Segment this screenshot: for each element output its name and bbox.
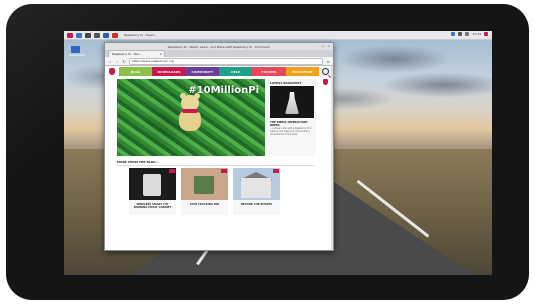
card-badge — [273, 169, 279, 173]
more-from-blog-heading: MORE FROM THE BLOG... — [117, 160, 160, 164]
window-controls: – □ × — [315, 44, 331, 48]
address-bar: ‹ › ↻ https://www.raspberrypi.org ≡ — [105, 57, 333, 66]
window-title: Raspberry Pi - Teach, Learn, and Make wi… — [167, 44, 271, 49]
clock[interactable]: 13:44 — [472, 32, 481, 36]
card-caption: BEYOND THE ECHOES — [240, 203, 273, 206]
nav-blog[interactable]: BLOG — [119, 67, 153, 76]
side-tools — [319, 66, 331, 98]
nav-downloads[interactable]: DOWNLOADS — [152, 67, 186, 76]
close-button[interactable]: × — [327, 44, 331, 48]
card-image — [181, 168, 228, 200]
nav-community[interactable]: COMMUNITY — [185, 67, 219, 76]
search-icon[interactable] — [321, 68, 329, 75]
card-badge — [169, 169, 175, 173]
browser-icon[interactable] — [76, 32, 82, 38]
card-caption: WIRELESS SMART CAT BURNING MUSIC CABINET — [133, 203, 172, 210]
blog-card[interactable]: BEYOND THE ECHOES — [233, 168, 280, 215]
blog-card[interactable]: FACE TRACKING BIN — [181, 168, 228, 215]
card-device — [143, 174, 161, 196]
file-manager-icon[interactable] — [85, 32, 91, 38]
maximize-button[interactable]: □ — [321, 44, 325, 48]
raspberry-menu-icon[interactable] — [67, 32, 73, 38]
desktop-icon-label: Wastebasket — [69, 54, 85, 57]
forward-button[interactable]: › — [115, 59, 119, 64]
blog-card[interactable]: WIRELESS SMART CAT BURNING MUSIC CABINET — [129, 168, 176, 215]
back-button[interactable]: ‹ — [108, 59, 112, 64]
wolfram-icon[interactable] — [112, 32, 118, 38]
raspberry-pi-logo[interactable] — [107, 67, 117, 77]
card-image — [233, 168, 280, 200]
mathematica-icon[interactable] — [103, 32, 109, 38]
browser-window: Raspberry Pi - Teach, Learn, and Make wi… — [104, 42, 334, 251]
nav-education[interactable]: EDUCATION — [285, 67, 319, 76]
web-page: BLOG DOWNLOADS COMMUNITY HELP FORUMS EDU… — [105, 66, 333, 250]
taskbar: Raspberry Pi - Teach... 13:44 — [64, 31, 492, 40]
nav-forums[interactable]: FORUMS — [252, 67, 286, 76]
wastebasket-icon — [70, 46, 80, 53]
system-tray: 13:44 — [451, 32, 488, 36]
minimize-button[interactable]: – — [315, 44, 319, 48]
nav-help[interactable]: HELP — [218, 67, 253, 76]
blogpost-excerpt: ...a dress made with a Raspberry Pi to l… — [270, 127, 312, 136]
card-image — [129, 168, 176, 200]
house — [241, 178, 271, 198]
tab-title: Raspberry Pi - Tea... — [112, 52, 142, 56]
card-badge — [221, 169, 227, 173]
card-device — [194, 176, 214, 194]
tablet-frame: Raspberry Pi - Teach... 13:44 Wastebaske… — [6, 4, 529, 300]
menu-button[interactable]: ≡ — [326, 59, 330, 64]
vertical-scrollbar[interactable] — [331, 66, 333, 250]
latest-blogpost-panel[interactable]: LATEST BLOGPOST THE SWEAL INTERACTION DR… — [268, 79, 316, 156]
tab-strip: Raspberry Pi - Tea... × — [105, 50, 333, 57]
divider — [117, 165, 315, 166]
volume-icon[interactable] — [465, 32, 470, 36]
hero-banner[interactable]: #10MillionPi — [117, 79, 265, 156]
taskbar-window-button[interactable]: Raspberry Pi - Teach... — [124, 33, 157, 37]
site-nav: BLOG DOWNLOADS COMMUNITY HELP FORUMS EDU… — [105, 66, 333, 77]
bear-scarf — [182, 109, 198, 113]
bluetooth-icon[interactable] — [451, 32, 456, 36]
card-caption: FACE TRACKING BIN — [189, 203, 220, 206]
eject-icon[interactable] — [484, 32, 488, 36]
reload-button[interactable]: ↻ — [122, 59, 126, 64]
hero-hashtag: #10MillionPi — [188, 85, 259, 96]
wastebasket-desktop-icon[interactable]: Wastebasket — [69, 46, 85, 57]
blogpost-image — [270, 86, 314, 118]
terminal-icon[interactable] — [94, 32, 100, 38]
raspberry-icon[interactable] — [322, 79, 328, 85]
latest-blogpost-heading: LATEST BLOGPOST — [270, 81, 302, 85]
dress-image — [285, 92, 299, 114]
raspberry-logo-icon — [109, 68, 115, 75]
tab-close-icon[interactable]: × — [159, 52, 162, 56]
desktop-screen: Raspberry Pi - Teach... 13:44 Wastebaske… — [64, 31, 492, 275]
url-input[interactable]: https://www.raspberrypi.org — [129, 57, 323, 65]
babbage-bear-image — [175, 93, 205, 139]
browser-tab[interactable]: Raspberry Pi - Tea... × — [108, 50, 165, 57]
network-icon[interactable] — [458, 32, 463, 36]
window-titlebar[interactable]: Raspberry Pi - Teach, Learn, and Make wi… — [105, 43, 333, 50]
